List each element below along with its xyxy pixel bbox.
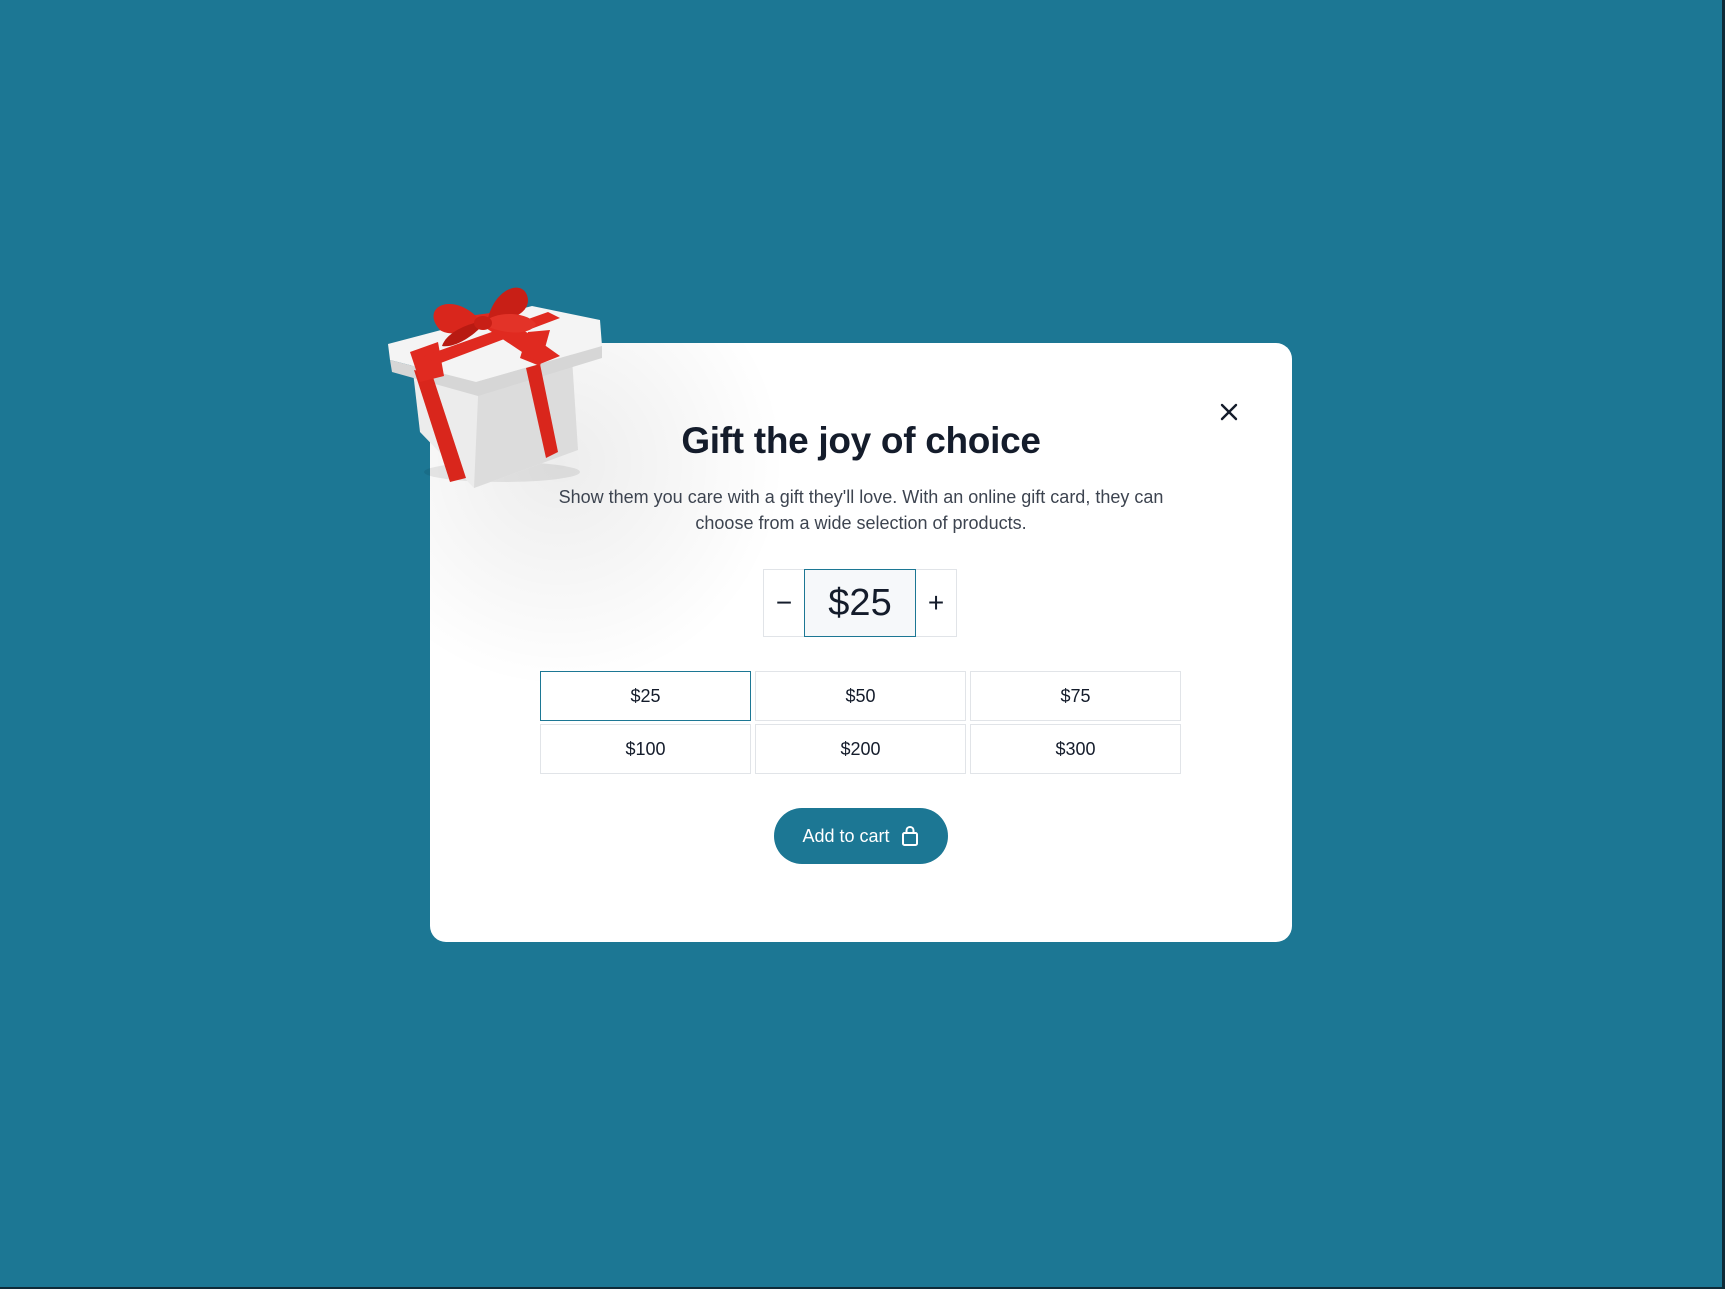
amount-stepper: − $25 + [763, 569, 959, 637]
amount-options: $25 $50 $75 $100 $200 $300 [540, 671, 1182, 774]
modal-title: Gift the joy of choice [681, 420, 1041, 461]
gift-box-illustration [388, 287, 602, 488]
decrement-button[interactable]: − [763, 569, 805, 637]
amount-option-100[interactable]: $100 [540, 724, 751, 774]
amount-option-200[interactable]: $200 [755, 724, 966, 774]
shopping-bag-icon [901, 825, 918, 846]
amount-option-25[interactable]: $25 [540, 671, 751, 721]
close-icon [1220, 403, 1238, 421]
amount-option-50[interactable]: $50 [755, 671, 966, 721]
amount-value-input[interactable]: $25 [804, 569, 916, 637]
amount-option-75[interactable]: $75 [970, 671, 1181, 721]
amount-option-300[interactable]: $300 [970, 724, 1181, 774]
add-to-cart-button[interactable]: Add to cart [774, 808, 948, 864]
add-to-cart-label: Add to cart [802, 825, 890, 846]
modal-subtitle: Show them you care with a gift they'll l… [558, 487, 1164, 533]
increment-button[interactable]: + [915, 569, 957, 637]
